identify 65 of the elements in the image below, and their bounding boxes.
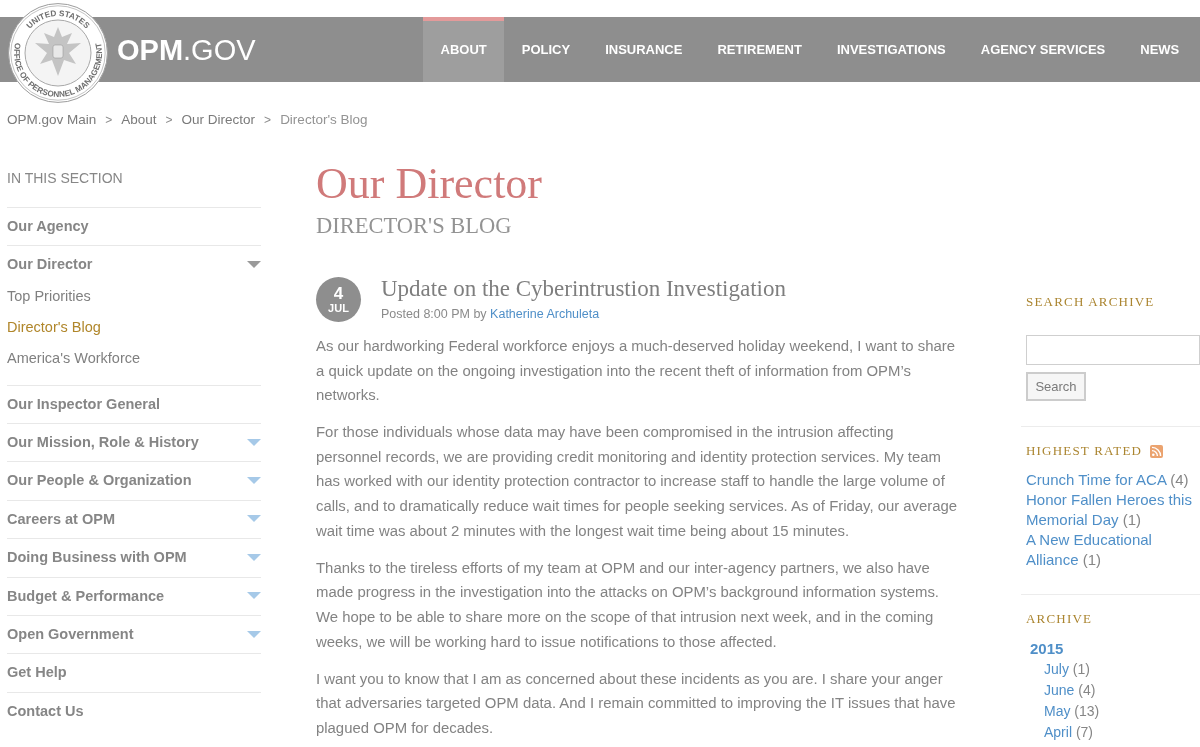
archive-month-link[interactable]: July: [1044, 661, 1069, 677]
archive-month-link[interactable]: June: [1044, 682, 1075, 698]
archive-month-link[interactable]: April: [1044, 724, 1072, 740]
sidebar-link[interactable]: Our Agency: [7, 216, 89, 236]
sidebar-sublink[interactable]: Top Priorities: [7, 280, 91, 312]
post-paragraph: As our hardworking Federal workforce enjoys a much-deserved holiday weekend, I want to share a quick update on the ongoing investigation into the recent theft of information from OPM’s networks.: [316, 337, 956, 406]
post-count: (4): [1078, 682, 1096, 698]
sidebar-link[interactable]: Contact Us: [7, 700, 84, 721]
breadcrumb-separator: >: [264, 112, 272, 128]
post-title: Update on the Cyberintrustion Investigation: [381, 276, 786, 302]
caret-icon[interactable]: [247, 438, 261, 446]
widget-heading: HIGHEST RATED: [1026, 442, 1143, 460]
sidebar-link[interactable]: Our People & Organization: [7, 470, 192, 491]
site-logo-text[interactable]: OPM.GOV: [117, 32, 256, 67]
nav-tab[interactable]: INVESTIGATIONS: [819, 17, 964, 82]
sidebar-link[interactable]: Our Inspector General: [7, 393, 161, 414]
date-badge: 4 JUL: [316, 277, 361, 322]
sidebar-link[interactable]: Careers at OPM: [7, 508, 115, 529]
archive-month-link[interactable]: May: [1044, 703, 1071, 719]
post-count: (7): [1075, 724, 1094, 740]
nav-tab[interactable]: ABOUT: [423, 17, 505, 82]
sidebar-link[interactable]: Budget & Performance: [7, 585, 165, 606]
caret-icon[interactable]: [247, 630, 261, 638]
author-link[interactable]: Katherine Archuleta: [490, 307, 600, 321]
post-paragraph: Thanks to the tireless efforts of my team at OPM and our inter-agency partners, we also have made progress in the investigation into the attacks on OPM’s background information systems. We hope to be able to share more on the scope of that intrusion next week, and in the coming weeks, we will be working hard to issue notifications to those affected.: [316, 558, 940, 652]
caret-icon[interactable]: [247, 553, 261, 561]
widget-heading: SEARCH ARCHIVE: [1026, 293, 1156, 311]
caret-icon[interactable]: [247, 592, 261, 600]
breadcrumb-link[interactable]: About: [121, 112, 157, 128]
nav-tab[interactable]: AGENCY SERVICES: [963, 17, 1123, 82]
sidebar-link[interactable]: Get Help: [7, 662, 67, 683]
nav-tab[interactable]: INSURANCE: [587, 17, 700, 82]
breadcrumb-separator: >: [105, 112, 113, 128]
rss-icon[interactable]: [1150, 444, 1164, 458]
sidebar-link[interactable]: Our Mission, Role & History: [7, 432, 199, 453]
post-count: (1): [1072, 661, 1090, 677]
post-paragraph: For those individuals whose data may have been compromised in the intrusion affecting personnel records, we are providing credit monitoring and identity protection services. My team has worked with our identity protection contractor to increase staff to handle the large volume of calls, and to dramatically reduce wait times for people seeking services. As of Friday, our average wait time was about 2 minutes with the longest wait time being about 15 minutes.: [316, 423, 959, 541]
caret-icon[interactable]: [247, 515, 261, 523]
nav-tab[interactable]: POLICY: [504, 17, 588, 82]
sidebar-sublink[interactable]: America's Workforce: [7, 342, 141, 374]
sidebar-link[interactable]: Doing Business with OPM: [7, 547, 187, 568]
post-count: (13): [1074, 703, 1100, 719]
rated-post-link[interactable]: Honor Fallen Heroes this Memorial Day (1): [1026, 490, 1200, 530]
rated-post-link[interactable]: A New Educational Alliance (1): [1026, 530, 1200, 570]
caret-icon[interactable]: [247, 260, 261, 268]
post-meta: Posted 8:00 PM by: [381, 307, 487, 321]
post-paragraph: I want you to know that I am as concerned about these incidents as you are. I share your anger that adversaries targeted OPM data. And I remain committed to improving the IT issues that have plagued OPM for decades.: [316, 669, 957, 738]
breadcrumb-link[interactable]: OPM.gov Main: [7, 112, 97, 128]
nav-tab[interactable]: NEWS: [1122, 17, 1197, 82]
page-title: Our Director: [316, 160, 543, 208]
sidebar-link[interactable]: Open Government: [7, 624, 134, 644]
sidebar-link[interactable]: Our Director: [7, 254, 93, 275]
search-field[interactable]: [1026, 335, 1200, 365]
search-button[interactable]: Search: [1026, 372, 1086, 401]
widget-heading: ARCHIVE: [1026, 610, 1094, 628]
breadcrumb-link[interactable]: Our Director: [181, 112, 256, 128]
breadcrumb-link[interactable]: Director's Blog: [280, 112, 368, 128]
section-heading: IN THIS SECTION: [7, 169, 124, 188]
breadcrumb-separator: >: [165, 112, 173, 128]
page-subtitle: DIRECTOR'S BLOG: [316, 212, 513, 240]
rated-post-link[interactable]: Crunch Time for ACA (4): [1026, 470, 1200, 490]
nav-tab[interactable]: RETIREMENT: [699, 17, 820, 82]
archive-year-link[interactable]: 2015: [1030, 640, 1064, 657]
caret-icon[interactable]: [247, 476, 261, 484]
sidebar-sublink[interactable]: Director's Blog: [7, 311, 101, 343]
